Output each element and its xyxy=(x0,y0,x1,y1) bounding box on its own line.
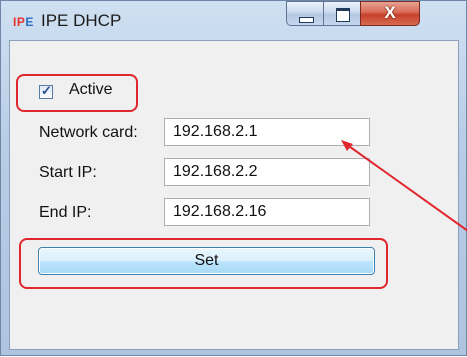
arrow-head xyxy=(341,140,353,151)
annotation-arrow xyxy=(341,140,467,232)
arrow-line xyxy=(345,143,467,232)
app-window: IPE IPE DHCP X ✓ Active Network card: 19… xyxy=(0,0,467,356)
